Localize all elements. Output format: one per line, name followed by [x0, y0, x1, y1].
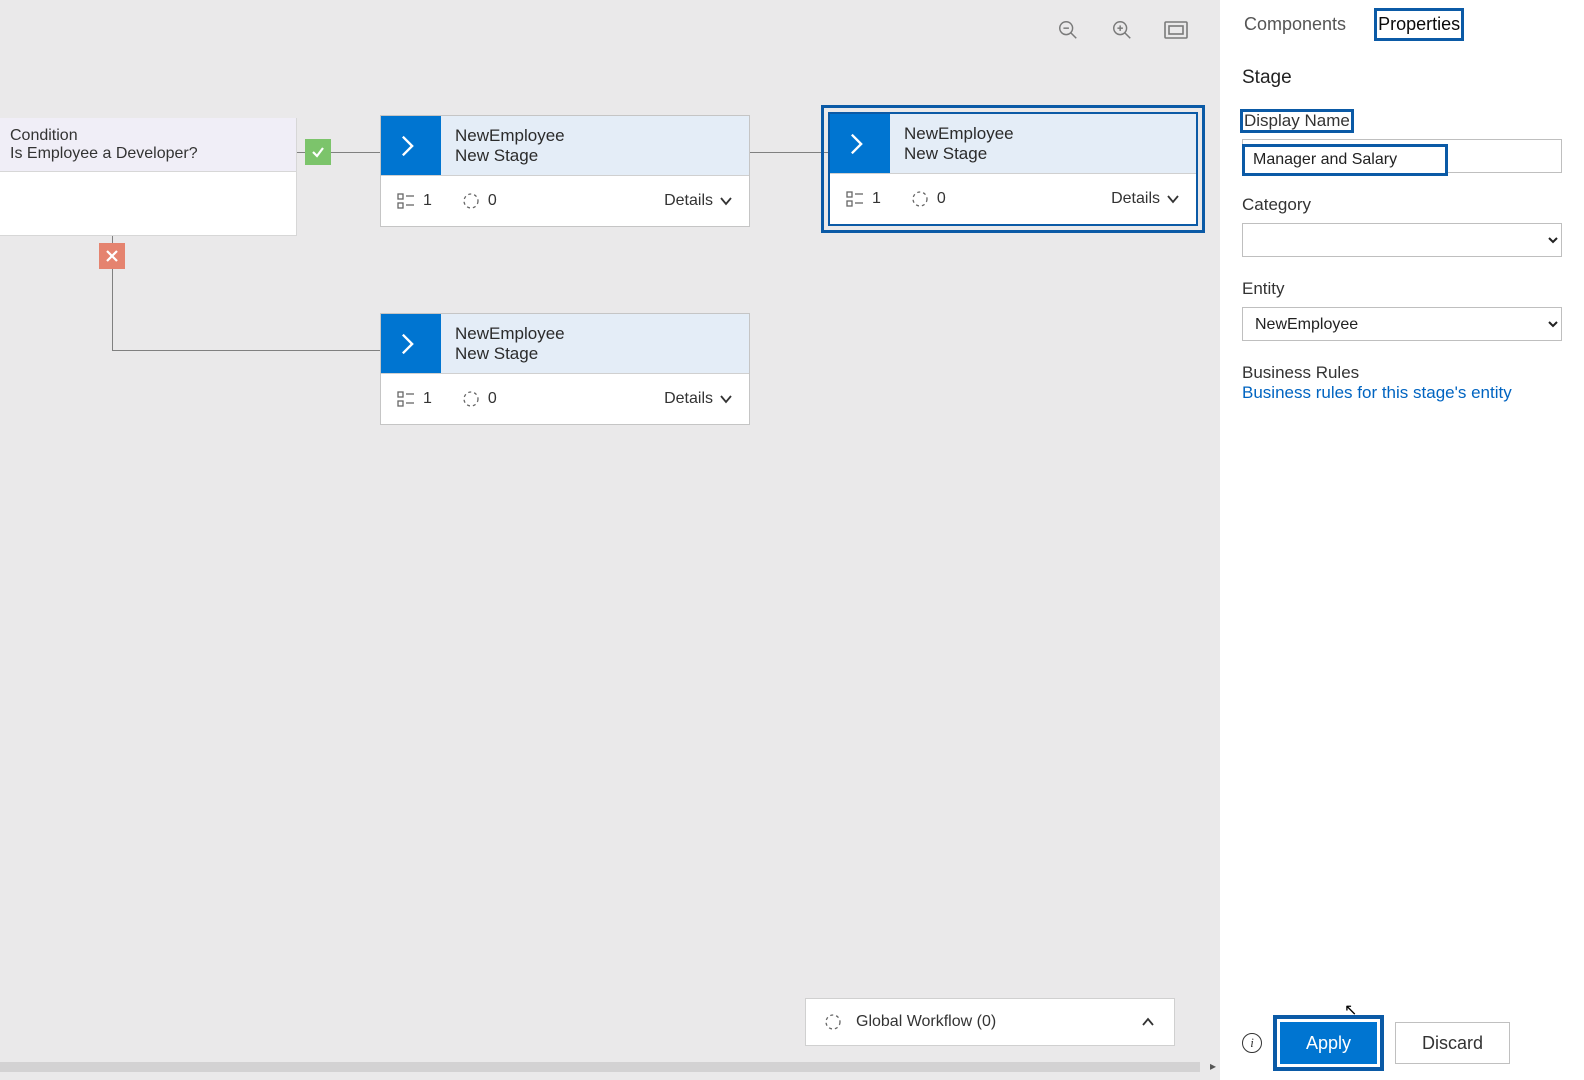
stage-icon: [381, 314, 441, 373]
panel-section-title: Stage: [1242, 67, 1562, 89]
display-name-label: Display Name: [1242, 111, 1352, 131]
cursor-icon: ↖: [1344, 1000, 1357, 1020]
stage-header: NewEmployee New Stage: [381, 314, 749, 374]
panel-tabs: Components Properties: [1242, 10, 1562, 39]
category-label: Category: [1242, 195, 1311, 215]
chevron-up-icon: [1140, 1014, 1156, 1030]
steps-count: 1: [397, 192, 432, 210]
stage-name: New Stage: [455, 146, 565, 166]
global-workflow-bar[interactable]: Global Workflow (0): [805, 998, 1175, 1046]
designer-canvas[interactable]: Condition Is Employee a Developer? NewEm…: [0, 0, 1220, 1080]
stage-name: New Stage: [455, 344, 565, 364]
info-icon[interactable]: i: [1242, 1033, 1262, 1053]
stage-icon: [381, 116, 441, 175]
stage-header: NewEmployee New Stage: [381, 116, 749, 176]
condition-no-badge: [99, 243, 125, 269]
fit-to-screen-icon[interactable]: [1164, 18, 1188, 42]
stage-node[interactable]: NewEmployee New Stage 1 0 Details: [380, 115, 750, 227]
business-rules-label: Business Rules: [1242, 363, 1562, 383]
condition-node[interactable]: Condition Is Employee a Developer?: [0, 118, 297, 236]
stage-node[interactable]: NewEmployee New Stage 1 0 Details: [380, 313, 750, 425]
stage-entity: NewEmployee: [455, 324, 565, 344]
stage-details-toggle[interactable]: Details: [664, 390, 733, 408]
stage-details-toggle[interactable]: Details: [1111, 190, 1180, 208]
display-name-input[interactable]: [1243, 145, 1447, 175]
stage-details-toggle[interactable]: Details: [664, 192, 733, 210]
tab-components[interactable]: Components: [1242, 10, 1348, 39]
stage-metrics: 1 0: [846, 190, 946, 208]
stage-name: New Stage: [904, 144, 1014, 164]
tab-properties[interactable]: Properties: [1376, 10, 1462, 39]
connector: [750, 152, 828, 153]
connector: [112, 350, 380, 351]
global-workflow-label: Global Workflow (0): [856, 1013, 996, 1031]
condition-type-label: Condition: [10, 127, 286, 145]
stage-node-selected[interactable]: NewEmployee New Stage 1 0 Details: [828, 112, 1198, 226]
zoom-in-icon[interactable]: [1110, 18, 1134, 42]
stage-entity: NewEmployee: [904, 124, 1014, 144]
properties-panel: Components Properties Stage Display Name…: [1220, 0, 1584, 1080]
apply-button[interactable]: Apply ↖: [1280, 1022, 1377, 1064]
horizontal-scrollbar[interactable]: [0, 1062, 1200, 1072]
stage-metrics: 1 0: [397, 390, 497, 408]
entity-select[interactable]: NewEmployee: [1242, 307, 1562, 341]
steps-count: 1: [397, 390, 432, 408]
stage-icon: [830, 114, 890, 173]
workflow-count: 0: [911, 190, 946, 208]
workflow-count: 0: [462, 390, 497, 408]
steps-count: 1: [846, 190, 881, 208]
condition-header: Condition Is Employee a Developer?: [0, 118, 296, 172]
stage-header: NewEmployee New Stage: [830, 114, 1196, 174]
business-rules-link[interactable]: Business rules for this stage's entity: [1242, 383, 1562, 403]
stage-entity: NewEmployee: [455, 126, 565, 146]
workflow-count: 0: [462, 192, 497, 210]
zoom-out-icon[interactable]: [1056, 18, 1080, 42]
canvas-toolbar: [1056, 18, 1188, 42]
category-select[interactable]: [1242, 223, 1562, 257]
discard-button[interactable]: Discard: [1395, 1022, 1510, 1064]
stage-metrics: 1 0: [397, 192, 497, 210]
entity-label: Entity: [1242, 279, 1285, 299]
condition-yes-badge: [305, 139, 331, 165]
condition-text: Is Employee a Developer?: [10, 145, 286, 163]
